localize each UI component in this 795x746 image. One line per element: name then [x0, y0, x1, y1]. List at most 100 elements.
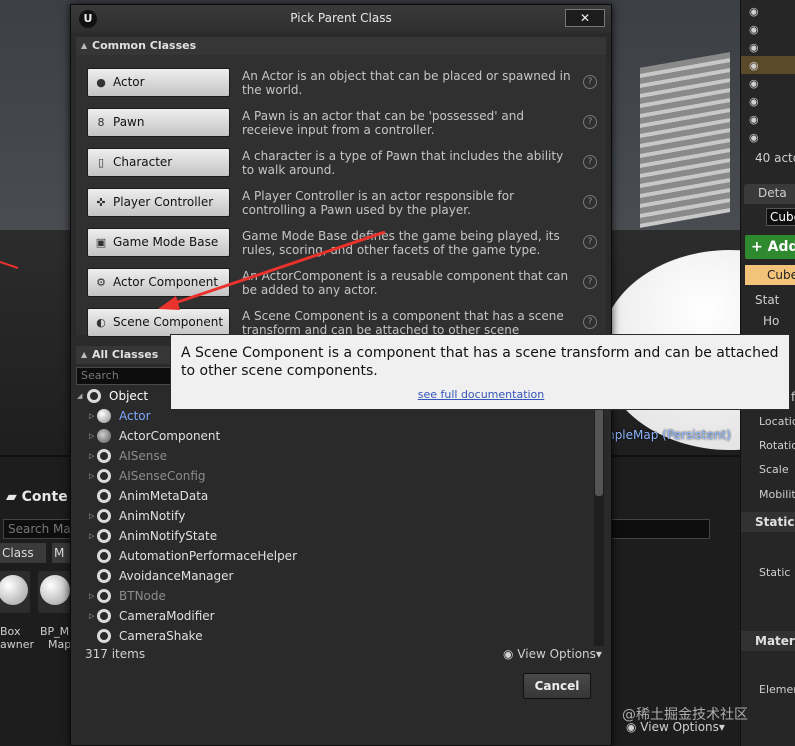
tree-row[interactable]: AnimMetaData — [76, 486, 594, 506]
tree-row[interactable]: ▷ AISense — [76, 446, 594, 466]
expand-arrow-icon[interactable]: ▷ — [89, 506, 94, 526]
class-node-icon — [97, 549, 111, 563]
tree-row[interactable]: AutomationPerformaceHelper — [76, 546, 594, 566]
help-icon[interactable]: ? — [583, 115, 597, 129]
items-count: 317 items — [85, 647, 146, 661]
help-icon[interactable]: ? — [583, 195, 597, 209]
content-filter-input[interactable] — [610, 519, 710, 539]
eye-icon[interactable]: ◉ — [749, 95, 759, 108]
close-button[interactable]: ✕ — [565, 9, 605, 27]
class-node-icon — [97, 489, 111, 503]
expand-arrow-icon[interactable]: ▷ — [89, 466, 94, 486]
eye-icon[interactable]: ◉ — [749, 5, 759, 18]
eye-icon[interactable]: ◉ — [749, 59, 759, 72]
asset-label: Box awner — [0, 625, 34, 651]
asset-thumbnail[interactable] — [0, 571, 30, 613]
class-button[interactable]: 8 Pawn — [87, 108, 230, 137]
dialog-title: Pick Parent Class — [290, 11, 392, 25]
static-mesh-label: Static M — [759, 566, 795, 579]
class-node-icon — [97, 629, 111, 643]
scale-label[interactable]: Scale — [759, 463, 789, 476]
editor-window: mpleMap (Persistent) ◉ ◉ ◉ ◉ ◉ ◉ ◉ ◉ 40 … — [0, 0, 795, 746]
eye-icon[interactable]: ◉ — [749, 41, 759, 54]
tree-scrollbar[interactable] — [594, 386, 604, 646]
map-persistent-label: mpleMap (Persistent) — [603, 428, 731, 442]
class-button[interactable]: ⚙ Actor Component — [87, 268, 230, 297]
expand-arrow-icon[interactable]: ▷ — [89, 406, 94, 426]
outliner-row[interactable]: ◉ — [741, 20, 795, 38]
class-button[interactable]: ▯ Character — [87, 148, 230, 177]
class-button[interactable]: ● Actor — [87, 68, 230, 97]
cancel-button[interactable]: Cancel — [523, 673, 591, 699]
content-browser-tab[interactable]: ▰ Conte — [6, 489, 68, 505]
eye-icon[interactable]: ◉ — [749, 131, 759, 144]
eye-icon[interactable]: ◉ — [749, 23, 759, 36]
class-node-icon — [87, 389, 101, 403]
expand-arrow-icon[interactable]: ◢ — [77, 386, 82, 406]
collapse-arrow-icon: ▲ — [81, 350, 88, 359]
scrollbar-thumb[interactable] — [595, 406, 603, 496]
outliner-actor-count: 40 acto — [755, 151, 795, 165]
tree-row[interactable]: AvoidanceManager — [76, 566, 594, 586]
component-sub-item[interactable]: Ho — [763, 314, 779, 328]
outliner-row-selected[interactable]: ◉ — [741, 56, 795, 74]
documentation-link[interactable]: see full documentation — [171, 388, 791, 401]
outliner-row[interactable]: ◉ — [741, 2, 795, 20]
class-button[interactable]: ✜ Player Controller — [87, 188, 230, 217]
sphere-thumbnail-icon — [0, 575, 28, 605]
view-options-button[interactable]: ◉ View Options▾ — [503, 647, 602, 661]
actor-name-field[interactable]: Cube — [766, 208, 795, 226]
materials-section[interactable]: Materi — [741, 631, 795, 651]
tree-row[interactable]: ▷ AISenseConfig — [76, 466, 594, 486]
help-icon[interactable]: ? — [583, 75, 597, 89]
element-label: Elemen — [759, 683, 795, 696]
details-tab[interactable]: Deta — [744, 184, 795, 204]
character-icon: ▯ — [97, 156, 105, 169]
tree-row[interactable]: ▷ CameraModifier — [76, 606, 594, 626]
outliner-row[interactable]: ◉ — [741, 38, 795, 56]
outliner-row[interactable]: ◉ — [741, 128, 795, 146]
expand-arrow-icon[interactable]: ▷ — [89, 606, 94, 626]
tree-row[interactable]: ▷ AnimNotifyState — [76, 526, 594, 546]
tree-row[interactable]: ▷ ActorComponent — [76, 426, 594, 446]
class-filter-chip[interactable]: Class — [0, 543, 46, 563]
mobility-label: Mobility — [759, 488, 795, 501]
controller-icon: ✜ — [96, 196, 106, 209]
help-icon[interactable]: ? — [583, 275, 597, 289]
outliner-row[interactable]: ◉ — [741, 92, 795, 110]
help-icon[interactable]: ? — [583, 235, 597, 249]
expand-arrow-icon[interactable]: ▷ — [89, 526, 94, 546]
outliner-row[interactable]: ◉ — [741, 110, 795, 128]
eye-icon[interactable]: ◉ — [749, 113, 759, 126]
common-class-row: 8 Pawn A Pawn is an actor that can be 'pos… — [76, 103, 606, 143]
common-class-row: ⚙ Actor Component An ActorComponent is a r… — [76, 263, 606, 303]
common-class-row: ▣ Game Mode Base Game Mode Base defines th… — [76, 223, 606, 263]
selected-component-row[interactable]: Cube — [745, 265, 795, 285]
expand-arrow-icon[interactable]: ▷ — [89, 586, 94, 606]
class-description: A character is a type of Pawn that inclu… — [242, 149, 564, 177]
class-button[interactable]: ▣ Game Mode Base — [87, 228, 230, 257]
outliner-row[interactable]: ◉ — [741, 74, 795, 92]
folder-icon: ▰ — [6, 489, 22, 505]
eye-icon: ◉ — [503, 647, 518, 661]
tree-row[interactable]: ▷ AnimNotify — [76, 506, 594, 526]
help-icon[interactable]: ? — [583, 315, 597, 329]
asset-thumbnail[interactable] — [38, 571, 72, 613]
tree-row[interactable]: ▷ BTNode — [76, 586, 594, 606]
static-mesh-section[interactable]: Static — [741, 512, 795, 532]
common-classes-list: ● Actor An Actor is an object that can be … — [76, 55, 606, 351]
eye-icon[interactable]: ◉ — [749, 77, 759, 90]
class-node-icon — [97, 509, 111, 523]
class-node-icon — [97, 609, 111, 623]
content-search-input[interactable]: Search Map — [3, 519, 73, 539]
add-component-button[interactable]: + Add — [745, 235, 795, 259]
help-icon[interactable]: ? — [583, 155, 597, 169]
expand-arrow-icon[interactable]: ▷ — [89, 446, 94, 466]
filter-chip[interactable]: M — [52, 543, 72, 563]
asset-label: BP_M Map — [40, 625, 72, 651]
dialog-titlebar[interactable]: U Pick Parent Class ✕ — [71, 5, 611, 33]
items-status-bar: 317 items ◉ View Options▾ — [76, 643, 606, 665]
expand-arrow-icon[interactable]: ▷ — [89, 426, 94, 446]
class-button[interactable]: ◐ Scene Component — [87, 308, 230, 337]
common-classes-header[interactable]: ▲ Common Classes — [76, 37, 606, 55]
